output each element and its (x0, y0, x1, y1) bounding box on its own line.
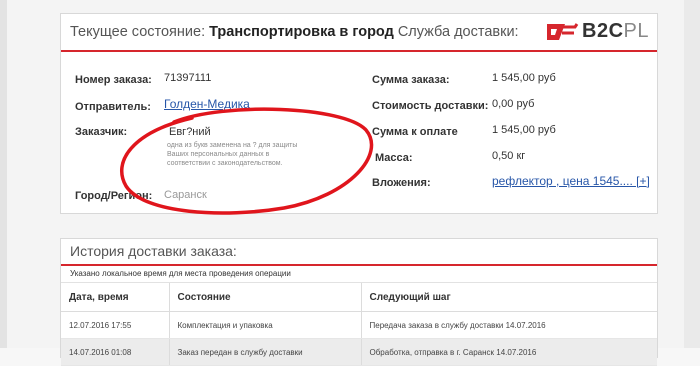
history-title: История доставки заказа: (61, 239, 657, 266)
city-region-label: Город/Регион: (75, 190, 153, 202)
attachments-label: Вложения: (372, 177, 431, 189)
row-state: Заказ передан в службу доставки (169, 338, 362, 366)
amount-due-label: Сумма к оплате (372, 126, 458, 138)
row-next-step: Передача заказа в службу доставки 14.07.… (361, 311, 657, 339)
delivery-cost-label: Стоимость доставки: (372, 100, 489, 112)
left-edge (0, 0, 7, 348)
history-header-row: Дата, время Состояние Следующий шаг (61, 283, 657, 312)
order-sum-label: Сумма заказа: (372, 74, 450, 86)
row-datetime: 14.07.2016 01:08 (61, 338, 170, 366)
attachments-link[interactable]: рефлектор , цена 1545.... [+] (492, 174, 650, 188)
city-region-value: Саранск (164, 189, 207, 201)
column-header-state: Состояние (169, 283, 362, 312)
amount-due-value: 1 545,00 руб (492, 124, 556, 136)
current-state-label: Текущее состояние: (70, 24, 206, 40)
history-table: Дата, время Состояние Следующий шаг 12.0… (61, 283, 657, 366)
status-header: Текущее состояние: Транспортировка в гор… (61, 14, 657, 52)
table-row: 14.07.2016 01:08 Заказ передан в службу … (61, 338, 657, 366)
weight-value: 0,50 кг (492, 150, 526, 162)
current-state-value: Транспортировка в город (209, 24, 394, 40)
b2cpl-logo: B2CPL (545, 20, 649, 43)
delivery-service-label: Служба доставки: (397, 24, 519, 40)
weight-label: Масса: (375, 152, 413, 164)
b2cpl-logo-text: B2CPL (582, 20, 649, 42)
customer-value: Евг?ний (169, 126, 211, 138)
order-number-value: 71397111 (164, 72, 212, 84)
order-number-label: Номер заказа: (75, 74, 152, 86)
sender-label: Отправитель: (75, 101, 151, 113)
row-state: Комплектация и упаковка (169, 311, 362, 339)
b2cpl-logo-mark-icon (547, 22, 579, 40)
delivery-history-panel: История доставки заказа: Указано локальн… (60, 238, 658, 366)
column-header-next-step: Следующий шаг (361, 283, 657, 312)
column-header-datetime: Дата, время (61, 283, 170, 312)
privacy-note: одна из букв заменена на ? для защиты Ва… (167, 142, 298, 167)
customer-label: Заказчик: (75, 126, 128, 138)
right-edge (684, 0, 700, 348)
history-subtitle: Указано локальное время для места провед… (61, 266, 657, 283)
order-status-panel: Текущее состояние: Транспортировка в гор… (60, 13, 658, 215)
row-next-step: Обработка, отправка в г. Саранск 14.07.2… (361, 338, 657, 366)
delivery-cost-value: 0,00 руб (492, 98, 535, 110)
row-datetime: 12.07.2016 17:55 (61, 311, 170, 339)
table-row: 12.07.2016 17:55 Комплектация и упаковка… (61, 311, 657, 339)
sender-link[interactable]: Голден-Медика (164, 97, 250, 111)
order-sum-value: 1 545,00 руб (492, 72, 556, 84)
